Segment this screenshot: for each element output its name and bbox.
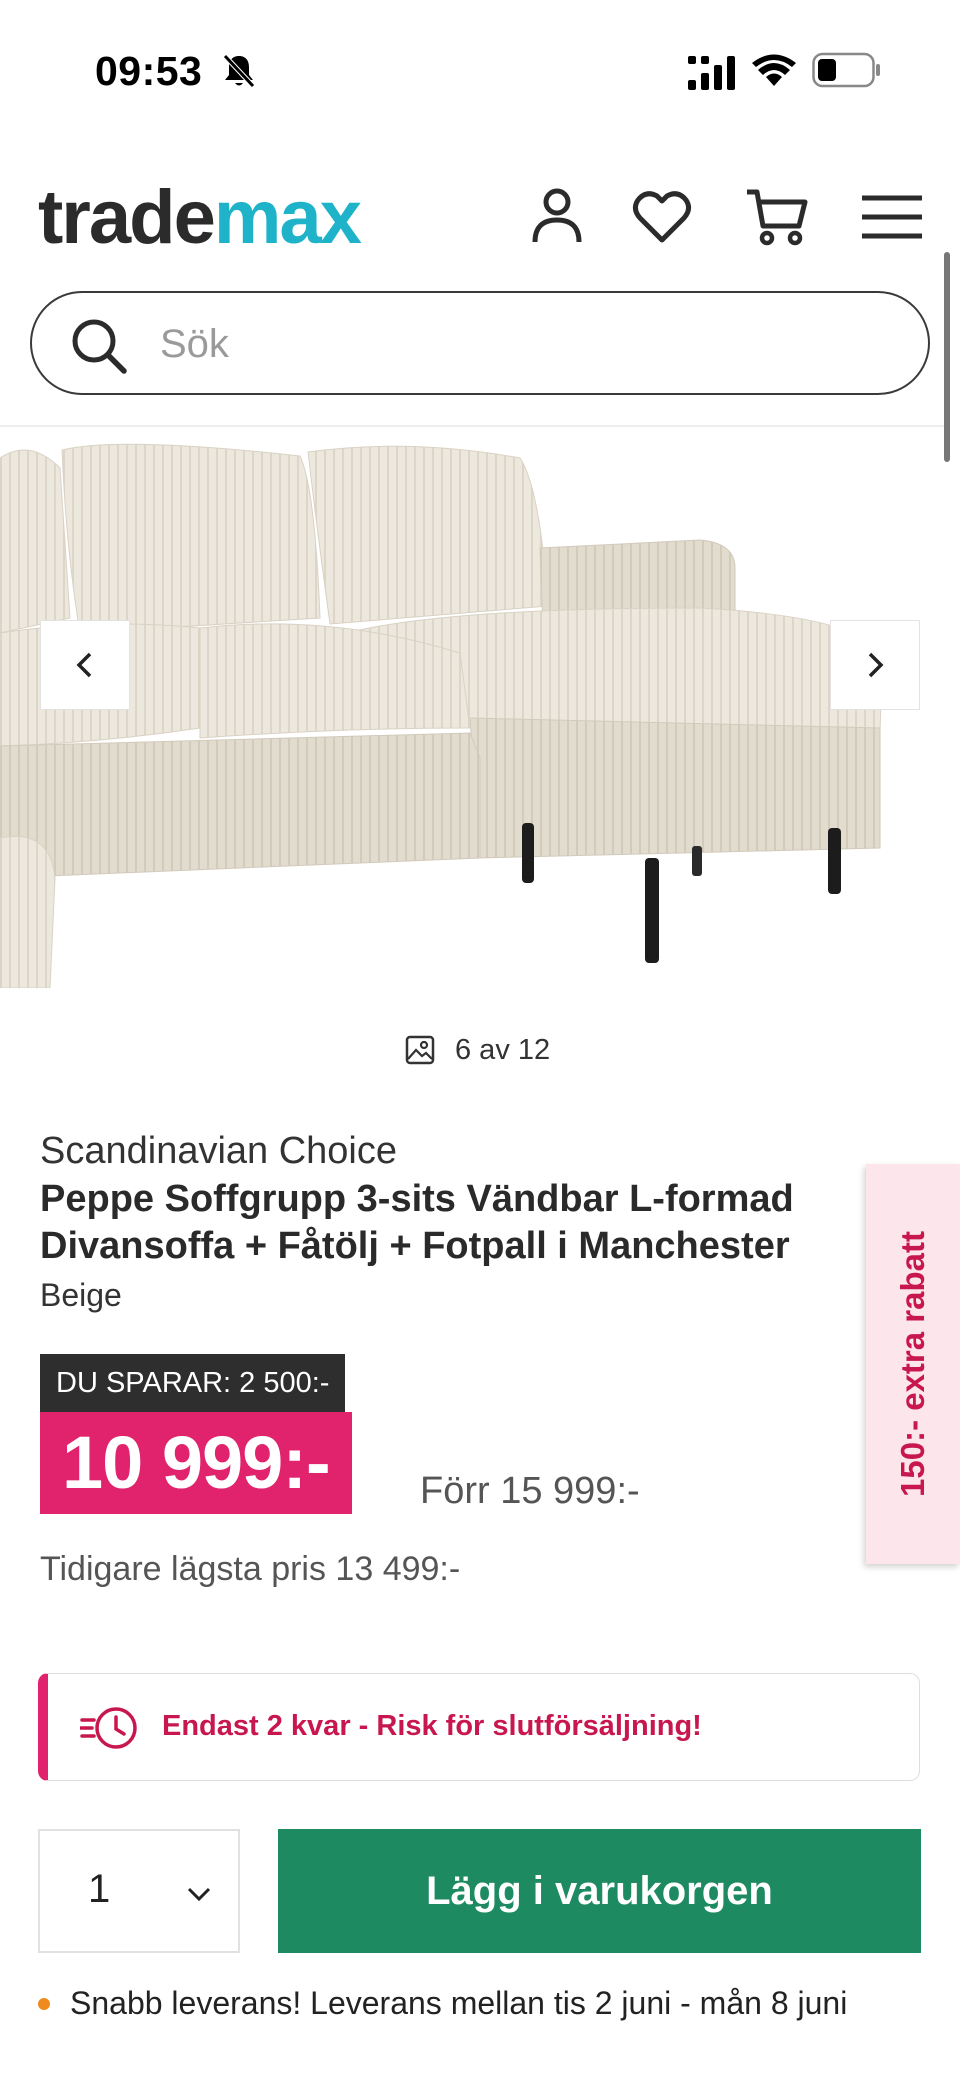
status-bar: 09:53 bbox=[0, 0, 960, 130]
extra-discount-label: 150:- extra rabatt bbox=[894, 1231, 931, 1497]
bullet-dot bbox=[38, 1997, 50, 2010]
clock-speed-icon bbox=[80, 1707, 137, 1749]
search-icon bbox=[72, 319, 127, 374]
wishlist-heart-icon[interactable] bbox=[630, 182, 694, 252]
product-title: Peppe Soffgrupp 3-sits Vändbar L-formad … bbox=[40, 1178, 794, 1267]
product-image-carousel[interactable] bbox=[0, 428, 944, 988]
delivery-info: Snabb leverans! Leverans mellan tis 2 ju… bbox=[38, 1985, 847, 2022]
extra-discount-tab[interactable]: 150:- extra rabatt bbox=[866, 1164, 960, 1564]
original-price: Förr 15 999:- bbox=[420, 1470, 640, 1512]
lowest-price-note: Tidigare lägsta pris 13 499:- bbox=[40, 1550, 461, 1588]
bell-off-icon bbox=[223, 54, 255, 88]
add-to-cart-button[interactable]: Lägg i varukorgen bbox=[278, 1829, 921, 1953]
search-input[interactable] bbox=[160, 317, 860, 371]
header-divider bbox=[0, 425, 944, 427]
carousel-prev-button[interactable] bbox=[40, 620, 130, 710]
quantity-value: 1 bbox=[88, 1867, 111, 1911]
page-scrollbar[interactable] bbox=[944, 252, 950, 462]
logo-text-max: max bbox=[213, 175, 362, 260]
status-time: 09:53 bbox=[95, 48, 203, 94]
product-price: 10 999:- bbox=[40, 1412, 352, 1514]
search-bar[interactable] bbox=[30, 291, 930, 395]
savings-badge: DU SPARAR: 2 500:- bbox=[40, 1354, 346, 1412]
carousel-next-button[interactable] bbox=[830, 620, 920, 710]
image-counter: 6 av 12 bbox=[405, 1030, 550, 1070]
sofa-product-image bbox=[0, 443, 883, 988]
hamburger-menu-icon[interactable] bbox=[860, 182, 924, 252]
quantity-select[interactable]: 1 bbox=[38, 1829, 240, 1953]
wifi-icon bbox=[752, 54, 796, 86]
stock-warning: Endast 2 kvar - Risk för slutförsäljning… bbox=[38, 1673, 920, 1781]
account-icon[interactable] bbox=[525, 182, 589, 252]
stock-warning-text: Endast 2 kvar - Risk för slutförsäljning… bbox=[162, 1710, 702, 1742]
product-variant: Beige bbox=[40, 1277, 122, 1313]
image-icon bbox=[405, 1035, 435, 1065]
chevron-left-icon bbox=[76, 652, 92, 678]
cart-icon[interactable] bbox=[745, 182, 809, 252]
battery-icon bbox=[812, 52, 880, 88]
site-header: trademax bbox=[0, 160, 960, 280]
product-brand[interactable]: Scandinavian Choice bbox=[40, 1130, 397, 1173]
chevron-right-icon bbox=[868, 652, 884, 678]
signal-icon bbox=[688, 56, 735, 90]
image-counter-text: 6 av 12 bbox=[455, 1033, 551, 1066]
logo-text-trade: trade bbox=[38, 175, 216, 260]
trademax-logo[interactable]: trademax bbox=[38, 175, 362, 260]
delivery-text: Snabb leverans! Leverans mellan tis 2 ju… bbox=[70, 1985, 848, 2021]
chevron-down-icon bbox=[187, 1887, 211, 1902]
